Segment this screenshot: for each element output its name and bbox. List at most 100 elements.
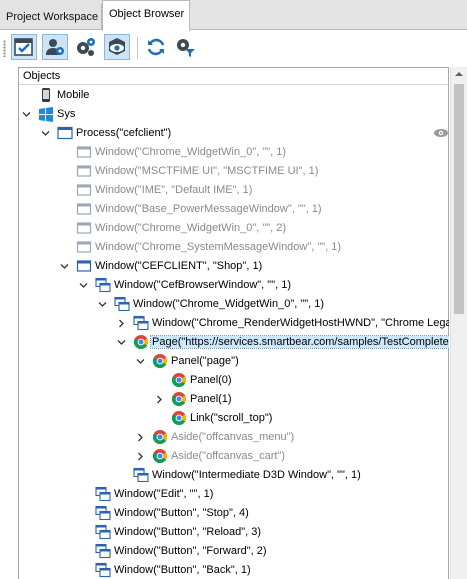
- tree-label: Window("Button", "Forward", 2): [114, 545, 267, 557]
- eye-box-button[interactable]: [104, 34, 130, 60]
- tab-object-browser[interactable]: Object Browser: [102, 0, 190, 31]
- chevron-down-icon[interactable]: [22, 110, 31, 119]
- chrome-icon: [171, 392, 187, 407]
- tree-item-window[interactable]: Window("Base_PowerMessageWindow", "", 1): [19, 200, 449, 219]
- tree-label: Mobile: [57, 89, 90, 101]
- tree-item-window[interactable]: Window("MSCTFIME UI", "MSCTFIME UI", 1): [19, 162, 449, 181]
- child-window-icon: [95, 524, 111, 540]
- tree-item-window[interactable]: Window("Chrome_WidgetWin_0", "", 2): [19, 219, 449, 238]
- tree-label: Page("https://services.smartbear.com/sam…: [150, 335, 449, 349]
- tab-label: Project Workspace: [6, 11, 99, 23]
- tree-item-aside-menu[interactable]: Aside("offcanvas_menu"): [19, 428, 449, 447]
- tree-item-sys[interactable]: Sys: [19, 105, 449, 124]
- tree-item-window[interactable]: Window("Chrome_SystemMessageWindow", "",…: [19, 238, 449, 257]
- tree-item-page[interactable]: Page("https://services.smartbear.com/sam…: [19, 333, 449, 352]
- toolbar-grip[interactable]: [3, 40, 6, 57]
- tree-label: Window("Chrome_WidgetWin_0", "", 1): [95, 146, 287, 158]
- chevron-right-icon[interactable]: [155, 395, 164, 404]
- chrome-icon: [133, 335, 149, 350]
- checklist-button[interactable]: [11, 34, 37, 60]
- refresh-button[interactable]: [143, 34, 169, 60]
- tree-label: Window("Chrome_SystemMessageWindow", "",…: [95, 241, 342, 253]
- child-window-icon: [133, 315, 149, 331]
- tree-label: Window("Chrome_WidgetWin_0", "", 2): [95, 222, 287, 234]
- chevron-right-icon[interactable]: [136, 452, 145, 461]
- chevron-down-icon[interactable]: [136, 357, 145, 366]
- chevron-right-icon[interactable]: [117, 319, 126, 328]
- tree-label: Window("Button", "Stop", 4): [114, 507, 249, 519]
- tree-item-window-cefbrowser[interactable]: Window("CefBrowserWindow", "", 1): [19, 276, 449, 295]
- tree-item-link[interactable]: Link("scroll_top"): [19, 409, 449, 428]
- tree-item-mobile[interactable]: Mobile: [19, 86, 449, 105]
- toolbar-separator: [137, 37, 138, 59]
- chevron-right-icon[interactable]: [136, 433, 145, 442]
- gears-icon: [77, 38, 95, 56]
- checklist-icon: [14, 38, 33, 56]
- tree-item-window-d3d[interactable]: Window("Intermediate D3D Window", "", 1): [19, 466, 449, 485]
- tree-label: Window("CefBrowserWindow", "", 1): [114, 279, 291, 291]
- window-icon: [76, 165, 92, 177]
- tree-item-window[interactable]: Window("IME", "Default IME", 1): [19, 181, 449, 200]
- tree-label: Window("Button", "Back", 1): [114, 564, 251, 576]
- chrome-icon: [152, 449, 168, 464]
- tree-item-panel0[interactable]: Panel(0): [19, 371, 449, 390]
- tab-project-workspace[interactable]: Project Workspace: [0, 4, 102, 30]
- gears-button[interactable]: [73, 34, 99, 60]
- child-window-icon: [114, 296, 130, 312]
- chevron-down-icon[interactable]: [60, 262, 69, 271]
- tree-label: Aside("offcanvas_menu"): [171, 431, 295, 443]
- tree-item-window-widgetwin[interactable]: Window("Chrome_WidgetWin_0", "", 1): [19, 295, 449, 314]
- tree-label: Window("Edit", "", 1): [114, 488, 214, 500]
- tree-item-window-renderhost[interactable]: Window("Chrome_RenderWidgetHostHWND", "C…: [19, 314, 449, 333]
- panel-header: Objects: [19, 68, 448, 85]
- tree-label: Panel("page"): [171, 355, 239, 367]
- vertical-scrollbar[interactable]: [450, 67, 467, 579]
- tree-item-window[interactable]: Window("Chrome_WidgetWin_0", "", 1): [19, 143, 449, 162]
- chevron-down-icon[interactable]: [79, 281, 88, 290]
- child-window-icon: [95, 486, 111, 502]
- child-window-icon: [95, 277, 111, 293]
- windows-logo-icon: [39, 107, 53, 122]
- tree-item-panel-page[interactable]: Panel("page"): [19, 352, 449, 371]
- refresh-icon: [147, 38, 165, 56]
- tree-item-window-reload[interactable]: Window("Button", "Reload", 3): [19, 523, 449, 542]
- tree-label: Panel(0): [190, 374, 232, 386]
- tree-label: Window("CEFCLIENT", "Shop", 1): [95, 260, 263, 272]
- window-icon: [76, 146, 92, 158]
- child-window-icon: [95, 505, 111, 521]
- window-icon: [76, 260, 92, 272]
- window-icon: [76, 222, 92, 234]
- tree-item-panel1[interactable]: Panel(1): [19, 390, 449, 409]
- eye-icon[interactable]: [433, 128, 449, 138]
- gear-filter-button[interactable]: [172, 34, 198, 60]
- child-window-icon: [95, 562, 111, 578]
- tree-item-aside-cart[interactable]: Aside("offcanvas_cart"): [19, 447, 449, 466]
- tree-label: Window("Button", "Reload", 3): [114, 526, 262, 538]
- tree-label: Panel(1): [190, 393, 232, 405]
- tree-label: Window("MSCTFIME UI", "MSCTFIME UI", 1): [95, 165, 319, 177]
- chevron-down-icon[interactable]: [98, 300, 107, 309]
- chevron-down-icon[interactable]: [41, 129, 50, 138]
- eye-box-icon: [109, 38, 125, 55]
- tree-item-process[interactable]: Process("cefclient"): [19, 124, 449, 143]
- window-icon: [76, 241, 92, 253]
- process-window-icon: [57, 126, 73, 140]
- scrollbar-thumb[interactable]: [454, 84, 464, 314]
- tree-item-window-cefclient[interactable]: Window("CEFCLIENT", "Shop", 1): [19, 257, 449, 276]
- chevron-down-icon[interactable]: [117, 338, 126, 347]
- tab-label: Object Browser: [109, 8, 185, 20]
- tree-item-window-forward[interactable]: Window("Button", "Forward", 2): [19, 542, 449, 561]
- gear-filter-icon: [177, 39, 195, 57]
- chrome-icon: [171, 373, 187, 388]
- toolbar: [0, 31, 467, 65]
- mobile-phone-icon: [42, 88, 50, 102]
- tree-item-window-stop[interactable]: Window("Button", "Stop", 4): [19, 504, 449, 523]
- user-settings-button[interactable]: [42, 34, 68, 60]
- scroll-up-arrow-icon[interactable]: [455, 72, 463, 76]
- window-icon: [76, 203, 92, 215]
- chrome-icon: [152, 430, 168, 445]
- child-window-icon: [95, 543, 111, 559]
- user-settings-icon: [46, 39, 64, 55]
- tree-item-window-back[interactable]: Window("Button", "Back", 1): [19, 561, 449, 579]
- tree-item-window-edit[interactable]: Window("Edit", "", 1): [19, 485, 449, 504]
